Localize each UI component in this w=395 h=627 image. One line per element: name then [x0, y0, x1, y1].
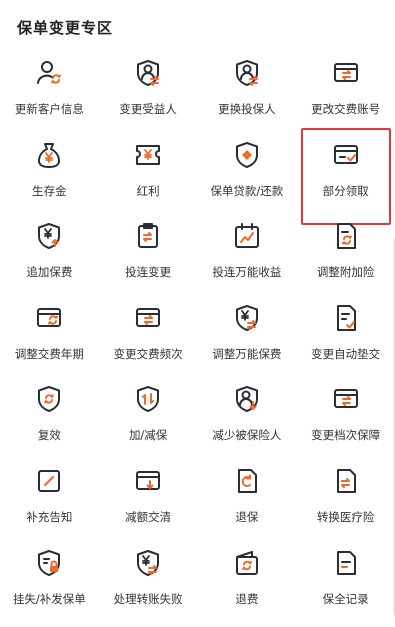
service-label: 更换投保人 — [218, 102, 276, 116]
money-bag-icon — [34, 140, 64, 170]
service-item[interactable]: 挂失/补发保单 — [0, 546, 99, 627]
service-label: 转换医疗险 — [316, 509, 375, 524]
card-swap-icon — [331, 384, 361, 414]
service-item[interactable]: 加/减保 — [99, 382, 198, 464]
service-label: 调整交费年期 — [14, 346, 84, 361]
shield-refresh-icon — [34, 384, 64, 414]
service-label: 变更自动垫交 — [311, 346, 381, 361]
doc-refresh-icon — [232, 466, 262, 496]
shield-yuan-up-icon — [34, 221, 64, 251]
service-item[interactable]: 生存金 — [0, 138, 99, 220]
service-item[interactable]: 追加保费 — [0, 219, 99, 301]
service-item[interactable]: 调整交费年期 — [0, 301, 99, 383]
service-item[interactable]: 变更交费频次 — [99, 301, 198, 383]
service-label: 变更档次保障 — [311, 428, 381, 443]
yuan-ticket-icon — [133, 140, 163, 170]
service-label: 保单贷款/还款 — [210, 183, 284, 198]
service-label: 部分领取 — [322, 183, 369, 198]
edit-square-icon — [34, 466, 64, 496]
service-label: 更改交费账号 — [311, 102, 381, 116]
shield-yuan-swap-icon — [232, 303, 262, 333]
calendar-chart-icon — [232, 221, 262, 251]
card-refresh-icon — [34, 303, 64, 333]
service-label: 红利 — [136, 183, 160, 198]
shield-updown-icon — [133, 384, 163, 414]
service-item[interactable]: 更改交费账号 — [296, 56, 395, 138]
document-refresh-icon — [331, 221, 361, 251]
service-label: 减额交清 — [125, 509, 172, 524]
service-label: 加/减保 — [128, 428, 168, 443]
service-label: 退费 — [235, 591, 259, 606]
section-title: 保单变更专区 — [17, 19, 114, 37]
service-item[interactable]: 保单贷款/还款 — [198, 138, 297, 220]
service-item[interactable]: 投连变更 — [99, 219, 198, 301]
service-item[interactable]: 更换投保人 — [198, 56, 297, 138]
service-item[interactable]: 减少被保险人 — [198, 382, 297, 464]
card-swap-icon — [133, 303, 163, 333]
service-label: 更新客户信息 — [14, 102, 84, 116]
card-swap-icon — [331, 58, 361, 88]
service-item[interactable]: 调整万能保费 — [198, 301, 297, 383]
service-label: 复效 — [37, 428, 61, 443]
service-item[interactable]: 退费 — [198, 546, 297, 627]
person-refresh-icon — [34, 58, 64, 88]
service-item[interactable]: 减额交清 — [99, 464, 198, 546]
service-label: 生存金 — [32, 183, 67, 198]
service-label: 投连变更 — [125, 265, 172, 280]
service-item[interactable]: 变更自动垫交 — [296, 301, 395, 383]
service-label: 变更受益人 — [119, 102, 177, 116]
clipboard-swap-icon — [133, 221, 163, 251]
service-label: 保全记录 — [322, 591, 369, 606]
card-check-icon — [331, 140, 361, 170]
service-label: 追加保费 — [26, 265, 73, 280]
service-item[interactable]: 调整附加险 — [296, 219, 395, 301]
document-check-icon — [331, 303, 361, 333]
service-label: 投连万能收益 — [212, 265, 282, 280]
service-item[interactable]: 退保 — [198, 464, 297, 546]
service-item[interactable]: 转换医疗险 — [296, 464, 395, 546]
doc-lines-icon — [331, 548, 361, 578]
service-grid: 更新客户信息 变更受益人 更换投保人 更改交费账号生存金 红利 保单贷款/还款 部分领取追加… — [0, 56, 395, 627]
wallet-refresh-icon — [232, 548, 262, 578]
service-item[interactable]: 红利 — [99, 138, 198, 220]
shield-diamond-icon — [232, 140, 262, 170]
shield-person-swap-icon — [133, 58, 163, 88]
service-item[interactable]: 部分领取 — [296, 127, 395, 225]
service-item[interactable]: 补充告知 — [0, 464, 99, 546]
service-label: 处理转账失败 — [113, 591, 183, 606]
service-label: 补充告知 — [26, 509, 73, 524]
shield-yuan-swap-icon — [133, 548, 163, 578]
shield-lock-icon — [34, 548, 64, 578]
service-label: 退保 — [235, 509, 259, 524]
card-down-icon — [133, 466, 163, 496]
service-label: 减少被保险人 — [212, 428, 282, 443]
person-down-icon — [232, 384, 262, 414]
service-item[interactable]: 投连万能收益 — [198, 219, 297, 301]
service-label: 挂失/补发保单 — [12, 591, 86, 606]
service-label: 调整万能保费 — [212, 346, 282, 361]
service-label: 变更交费频次 — [113, 346, 183, 361]
doc-swap-icon — [331, 466, 361, 496]
service-item[interactable]: 变更档次保障 — [296, 382, 395, 464]
service-item[interactable]: 处理转账失败 — [99, 546, 198, 627]
service-item[interactable]: 保全记录 — [296, 546, 395, 627]
service-label: 调整附加险 — [316, 265, 375, 280]
service-item[interactable]: 复效 — [0, 382, 99, 464]
shield-person-swap-icon — [232, 58, 262, 88]
service-item[interactable]: 更新客户信息 — [0, 56, 99, 138]
service-item[interactable]: 变更受益人 — [99, 56, 198, 138]
